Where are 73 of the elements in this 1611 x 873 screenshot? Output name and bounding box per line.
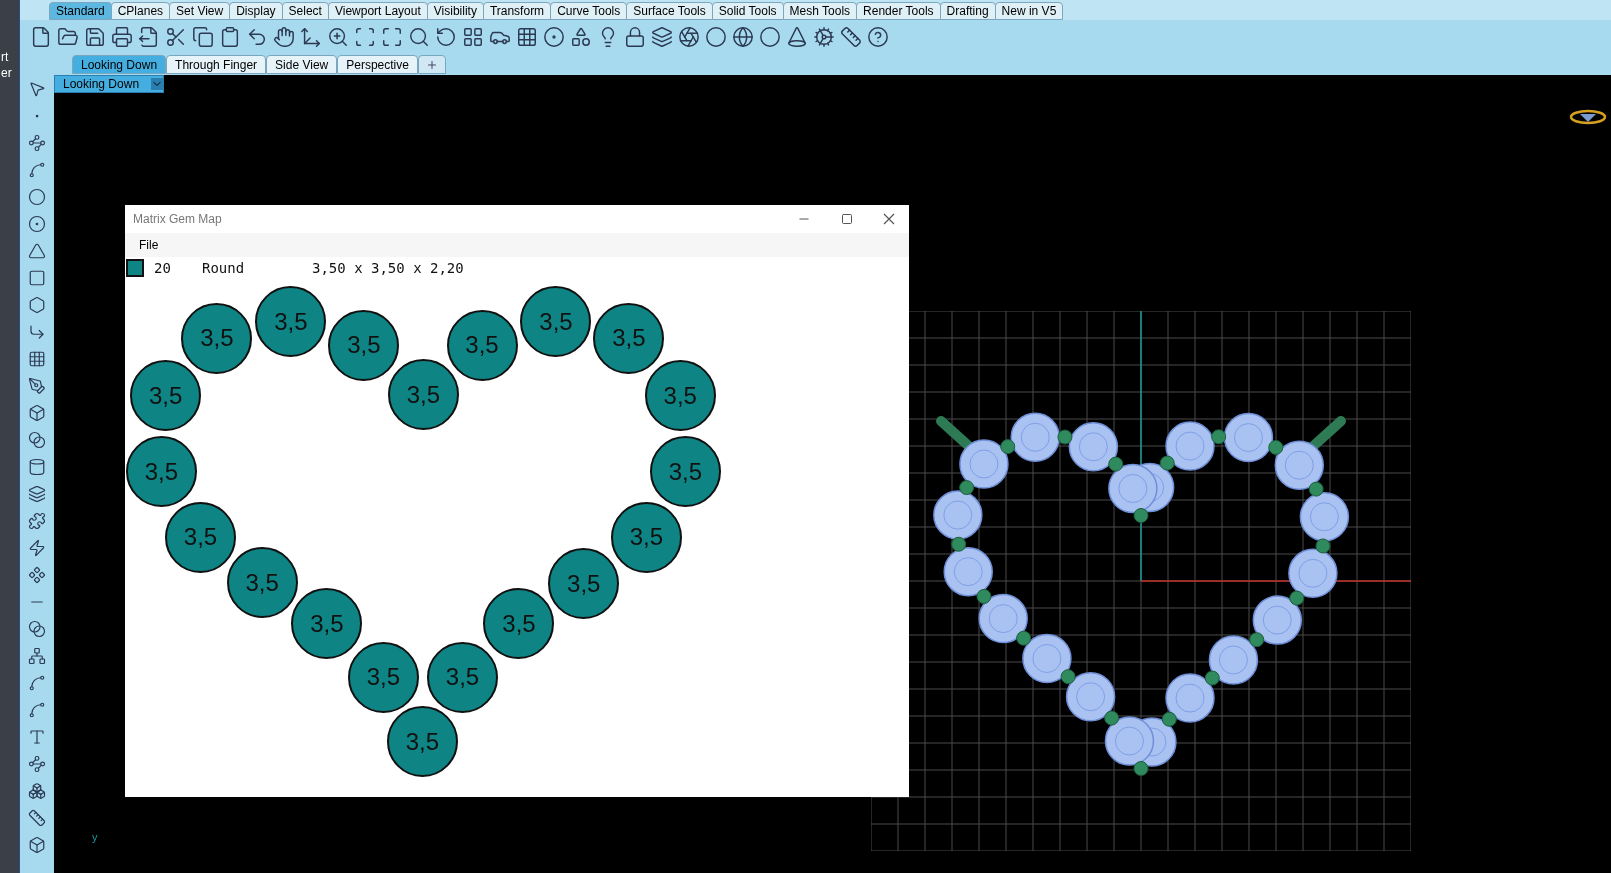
toolbar-tab[interactable]: CPlanes [110, 2, 171, 20]
surface-icon[interactable] [28, 350, 46, 368]
dropdown-icon[interactable] [151, 78, 164, 90]
close-icon[interactable] [883, 213, 895, 225]
group-icon[interactable] [28, 647, 46, 665]
grid-icon[interactable] [462, 26, 484, 48]
point-line-icon[interactable] [28, 755, 46, 773]
pen-icon[interactable] [28, 377, 46, 395]
gem-count: 20 [154, 258, 172, 278]
save-icon[interactable] [84, 26, 106, 48]
box-icon[interactable] [28, 404, 46, 422]
viewport-tab[interactable]: Perspective [337, 55, 418, 74]
printer-icon[interactable] [111, 26, 133, 48]
puzzle-icon[interactable] [28, 512, 46, 530]
polygon-icon[interactable] [28, 296, 46, 314]
panel-text: rt [0, 50, 10, 64]
help-icon[interactable] [867, 26, 889, 48]
clipboard-icon[interactable] [219, 26, 241, 48]
toolbar-tab[interactable]: Select [281, 2, 329, 20]
curve-icon[interactable] [28, 674, 46, 692]
toolbar-tab[interactable]: Transform [482, 2, 552, 20]
toolbar-tab[interactable]: Surface Tools [626, 2, 713, 20]
boolean-icon[interactable] [28, 620, 46, 638]
toolbar-tab[interactable]: Set View [169, 2, 231, 20]
toolbar-tab[interactable]: Mesh Tools [782, 2, 858, 20]
rotate-icon[interactable] [435, 26, 457, 48]
copy-icon[interactable] [192, 26, 214, 48]
lock-icon[interactable] [624, 26, 646, 48]
gem-size: 3,50 x 3,50 x 2,20 [312, 258, 464, 278]
toolbar-tab[interactable]: Drafting [939, 2, 996, 20]
cube-icon[interactable] [28, 836, 46, 854]
curve-icon[interactable] [28, 161, 46, 179]
menu-item[interactable]: File [139, 236, 159, 254]
cone-icon[interactable] [786, 26, 808, 48]
gear-icon[interactable] [813, 26, 835, 48]
pointer-icon[interactable] [28, 80, 46, 98]
hand-icon[interactable] [273, 26, 295, 48]
zoom-in-icon[interactable] [327, 26, 349, 48]
scissors-icon[interactable] [165, 26, 187, 48]
toolbar-tab[interactable]: Visibility [426, 2, 484, 20]
plus-icon [425, 58, 438, 71]
toolbar-tab[interactable]: Viewport Layout [327, 2, 428, 20]
circle-icon[interactable] [543, 26, 565, 48]
undo-icon[interactable] [246, 26, 268, 48]
toolbar-tab[interactable]: Curve Tools [550, 2, 628, 20]
shapes-icon[interactable] [570, 26, 592, 48]
toolbar-tab[interactable]: New in V5 [994, 2, 1064, 20]
gem-cut-label: Round [202, 258, 246, 278]
panel-text: er [0, 66, 13, 80]
toolbar-tab[interactable]: Solid Tools [711, 2, 784, 20]
axis-label: y [92, 829, 98, 845]
maximize-icon[interactable] [841, 213, 853, 225]
toolbar-tab[interactable]: Render Tools [856, 2, 941, 20]
array-icon[interactable] [28, 782, 46, 800]
zoom-icon[interactable] [408, 26, 430, 48]
layers-icon[interactable] [651, 26, 673, 48]
document-icon[interactable] [138, 26, 160, 48]
viewport-tab[interactable]: Side View [266, 55, 338, 74]
circle-icon[interactable] [28, 188, 46, 206]
viewport-tab[interactable]: Looking Down [72, 55, 167, 74]
viewport-label[interactable]: Looking Down [54, 75, 165, 93]
window-title: Matrix Gem Map [133, 211, 222, 228]
spheres-icon[interactable] [28, 431, 46, 449]
grid-point-icon[interactable] [516, 26, 538, 48]
rectangle-icon[interactable] [28, 269, 46, 287]
text-icon[interactable] [28, 728, 46, 746]
cylinder-icon[interactable] [28, 458, 46, 476]
toolbar-tab[interactable]: Standard [49, 2, 112, 20]
folder-icon[interactable] [57, 26, 79, 48]
new-file-icon[interactable] [30, 26, 52, 48]
toolbar-tab[interactable]: Display [229, 2, 283, 20]
navigation-widget-icon[interactable] [1569, 109, 1607, 125]
viewport-tab[interactable]: Through Finger [166, 55, 267, 74]
